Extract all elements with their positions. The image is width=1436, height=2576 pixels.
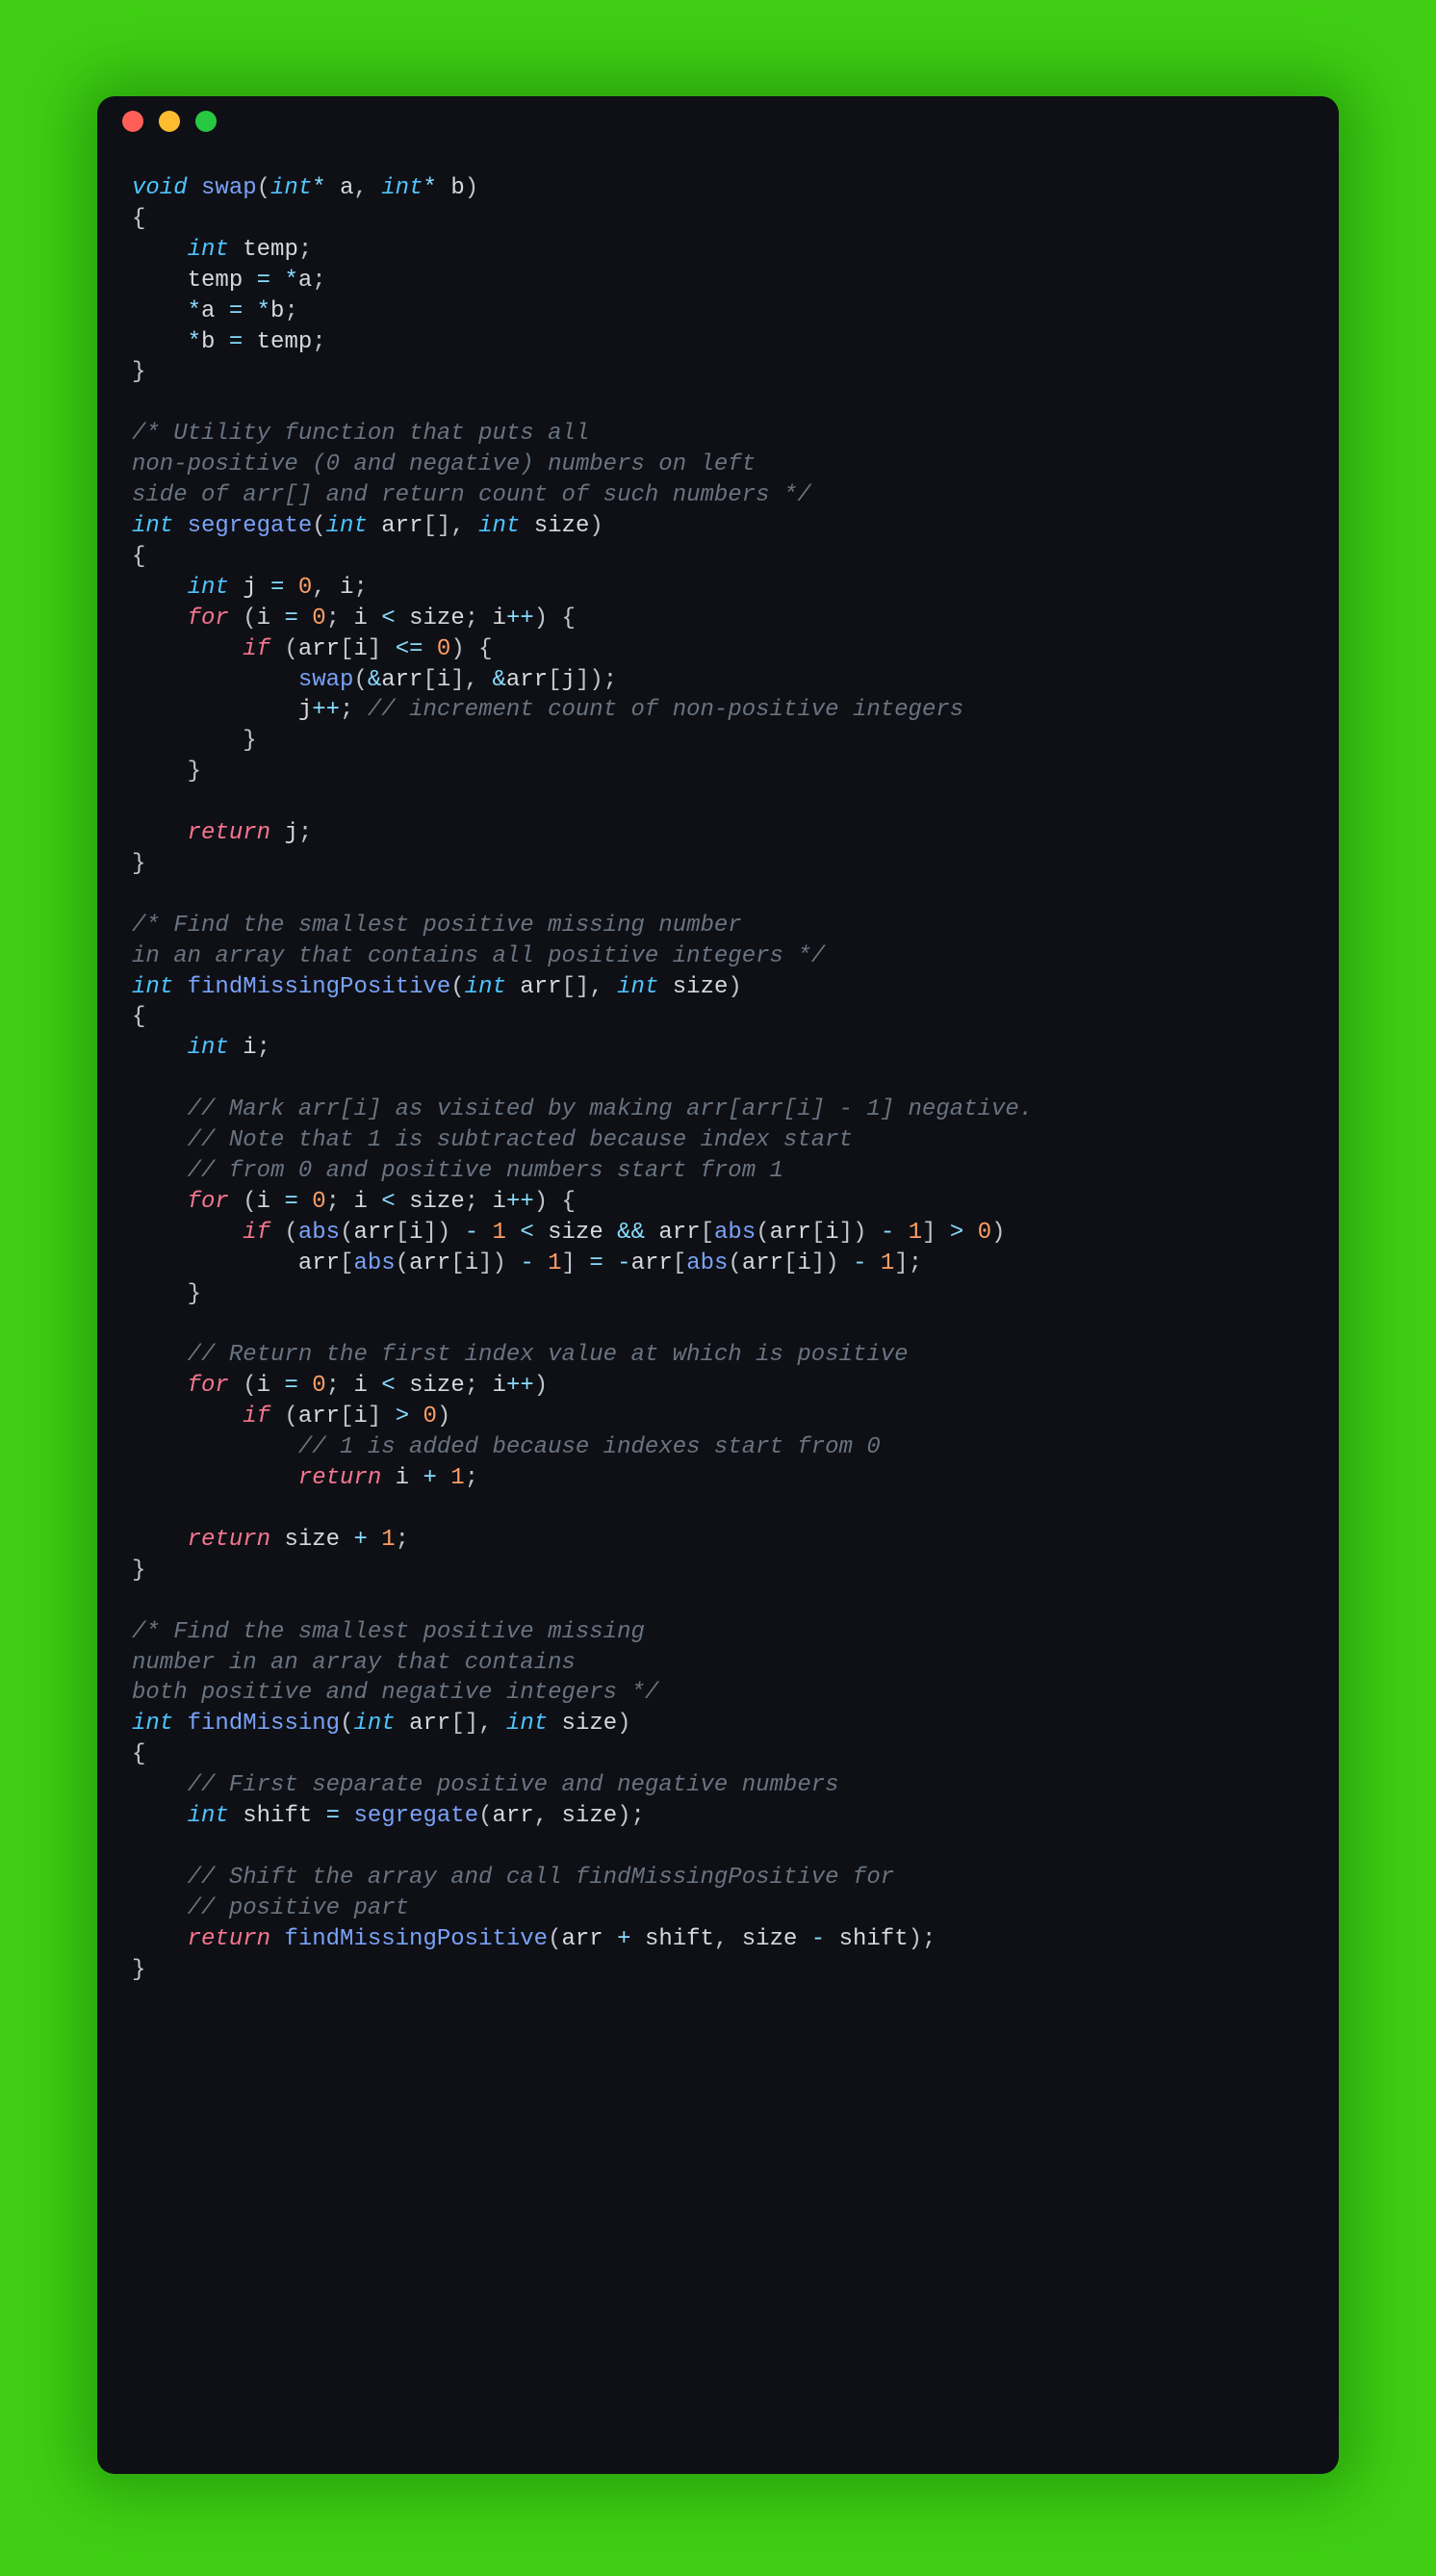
page-background: void swap(int* a, int* b) { int temp; te… <box>0 0 1436 2576</box>
minimize-icon[interactable] <box>159 111 180 132</box>
close-icon[interactable] <box>122 111 143 132</box>
code-window: void swap(int* a, int* b) { int temp; te… <box>97 96 1339 2474</box>
window-titlebar <box>97 96 1339 146</box>
code-editor[interactable]: void swap(int* a, int* b) { int temp; te… <box>97 146 1339 2020</box>
zoom-icon[interactable] <box>195 111 217 132</box>
